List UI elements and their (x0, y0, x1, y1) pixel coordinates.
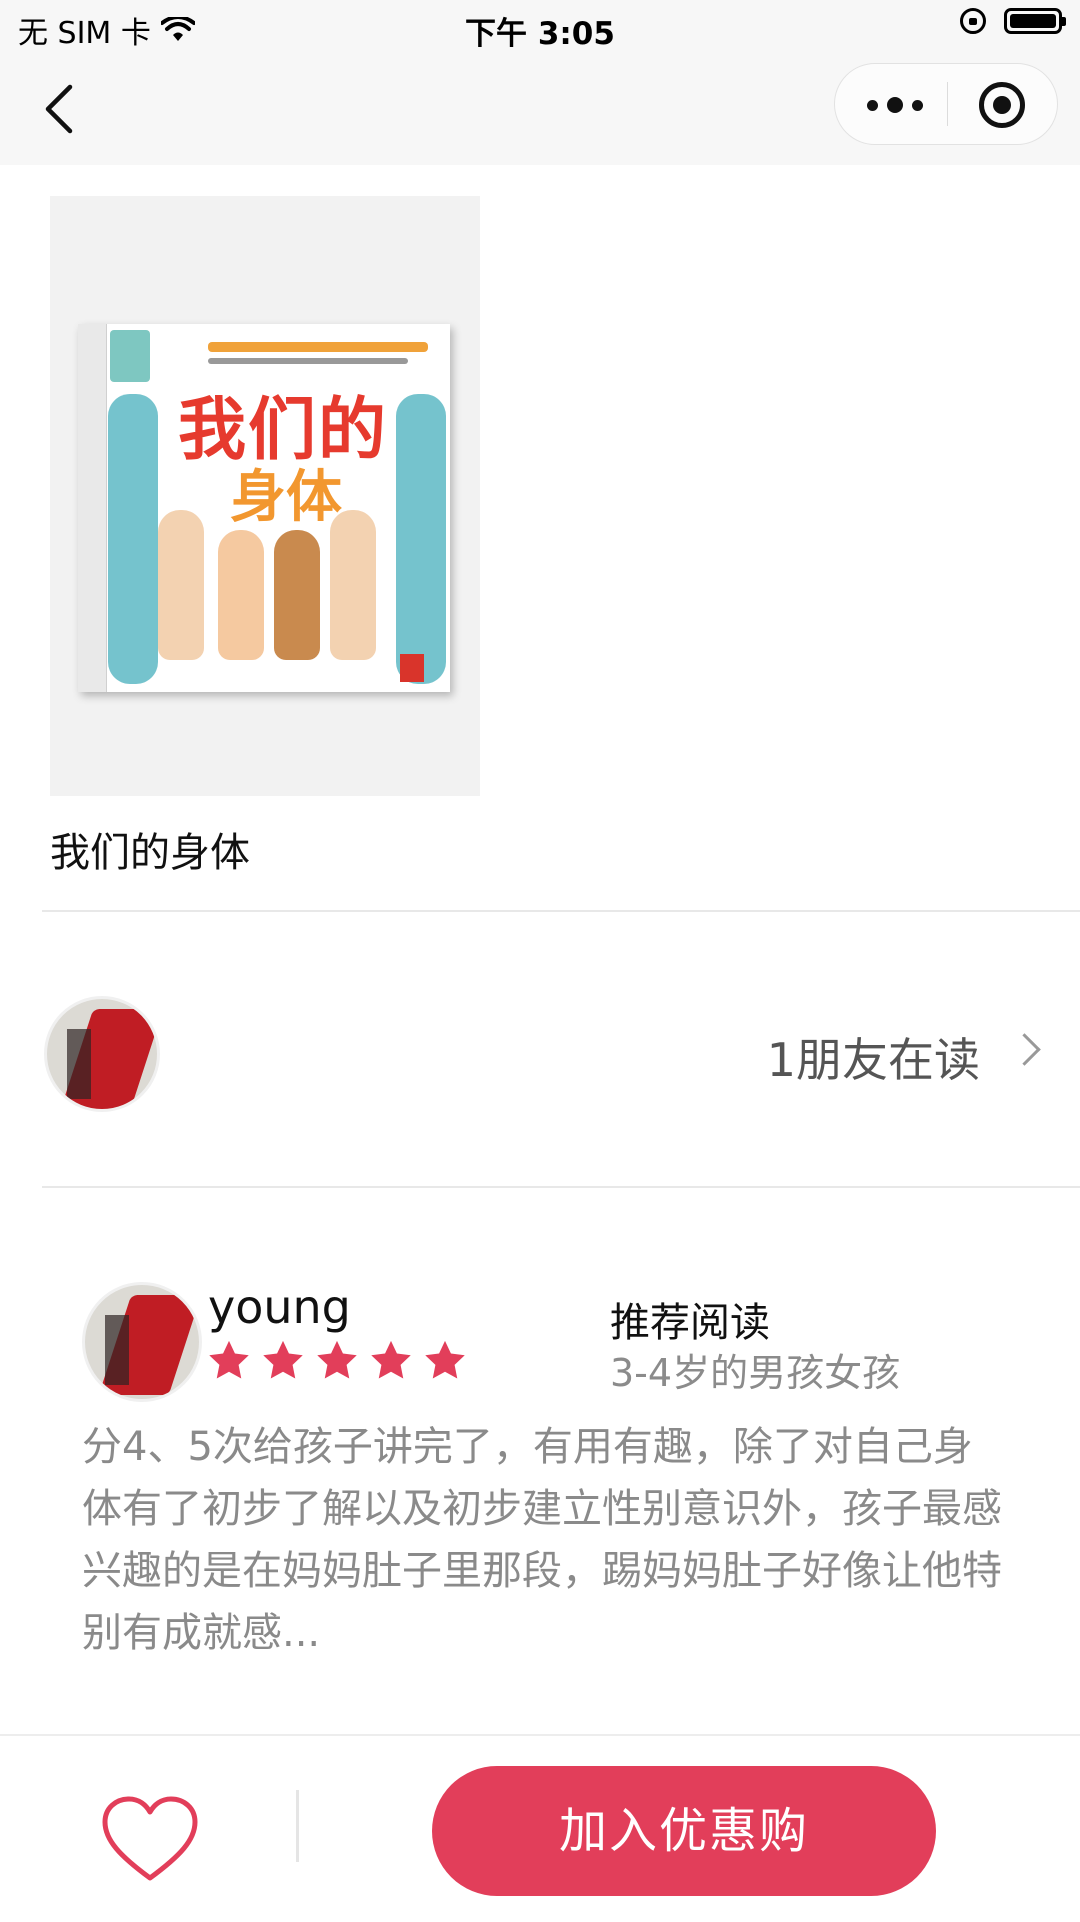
more-dots-icon[interactable] (867, 90, 923, 120)
review-text[interactable]: 分4、5次给孩子讲完了，有用有趣，除了对自己身体有了初步了解以及初步建立性别意识… (82, 1416, 1002, 1664)
star-icon (371, 1340, 411, 1379)
cover-subtitle-bar-2 (208, 358, 408, 364)
kid-illustration (330, 510, 376, 660)
add-to-discount-cart-button[interactable]: 加入优惠购 (432, 1766, 936, 1896)
friends-reading-row[interactable]: 1朋友在读 (0, 912, 1080, 1184)
kid-illustration (274, 530, 320, 660)
battery-icon (1004, 8, 1066, 34)
rating-stars (206, 1338, 468, 1384)
target-circle-icon[interactable] (979, 82, 1025, 128)
star-icon (209, 1340, 249, 1379)
publisher-badge (400, 654, 424, 682)
cover-title-line2: 身体 (230, 465, 342, 530)
book-title: 我们的身体 (50, 830, 250, 876)
skeleton-illustration-left (108, 394, 158, 684)
avatar (44, 996, 160, 1112)
reviewer-avatar[interactable] (82, 1282, 202, 1402)
divider (42, 1186, 1080, 1188)
nav-bar (0, 55, 1080, 165)
skeleton-illustration-right (396, 394, 446, 684)
chevron-right-icon (1008, 1033, 1041, 1066)
recommend-label: 推荐阅读 (610, 1300, 770, 1346)
star-icon (263, 1340, 303, 1379)
recommend-age: 3-4岁的男孩女孩 (610, 1351, 901, 1395)
capsule-divider (947, 82, 948, 126)
reviewer-name: young (208, 1280, 351, 1334)
book-cover-image: 我们的 身体 (78, 324, 450, 692)
rotation-lock-icon (960, 8, 986, 34)
status-time: 下午 3:05 (465, 16, 615, 52)
status-bar: 无 SIM 卡 下午 3:05 (0, 0, 1080, 55)
star-icon (425, 1340, 465, 1379)
status-right (960, 8, 1066, 34)
mini-program-capsule (834, 63, 1058, 145)
bottom-divider (296, 1790, 299, 1862)
kid-illustration (218, 530, 264, 660)
bottom-bar: 加入优惠购 (0, 1734, 1080, 1922)
cover-series-tag (110, 330, 150, 382)
friends-reading-count: 1朋友在读 (766, 1033, 980, 1087)
cover-spine (78, 324, 107, 692)
cover-subtitle-bar (208, 342, 428, 352)
book-cover[interactable]: 我们的 身体 (50, 196, 480, 796)
heart-icon[interactable] (100, 1794, 200, 1884)
chevron-left-icon[interactable] (36, 83, 86, 135)
kid-illustration (158, 510, 204, 660)
star-icon (317, 1340, 357, 1379)
